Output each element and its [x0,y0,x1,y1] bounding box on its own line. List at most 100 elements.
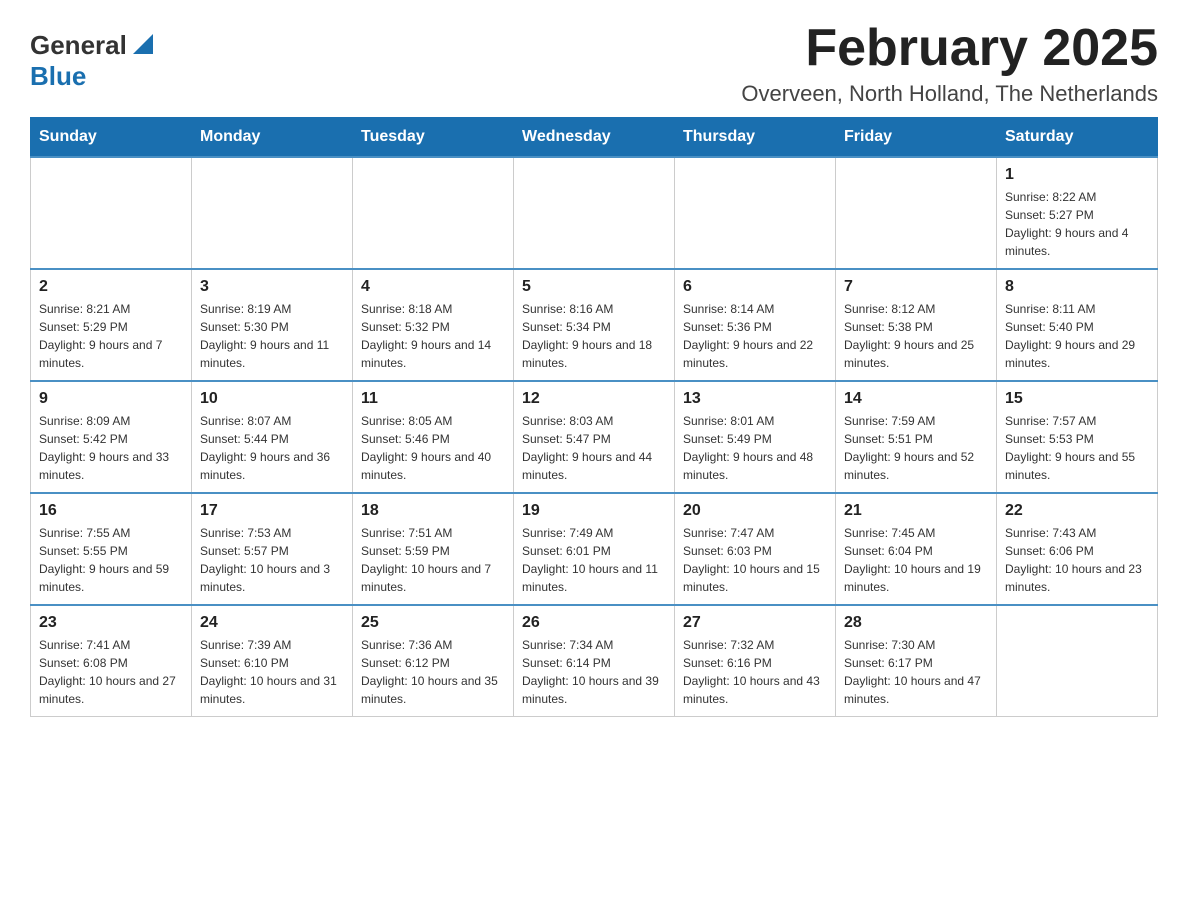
day-info: Sunrise: 7:41 AMSunset: 6:08 PMDaylight:… [39,636,183,708]
week-row-3: 9Sunrise: 8:09 AMSunset: 5:42 PMDaylight… [31,381,1158,493]
calendar-cell: 20 Sunrise: 7:47 AMSunset: 6:03 PMDayligh… [675,493,836,605]
calendar-cell: 17 Sunrise: 7:53 AMSunset: 5:57 PMDayligh… [192,493,353,605]
calendar-cell: 14 Sunrise: 7:59 AMSunset: 5:51 PMDayligh… [836,381,997,493]
calendar-cell: 23 Sunrise: 7:41 AMSunset: 6:08 PMDayligh… [31,605,192,717]
day-number: 2 [39,278,183,296]
calendar-cell: 26 Sunrise: 7:34 AMSunset: 6:14 PMDayligh… [514,605,675,717]
day-number: 6 [683,278,827,296]
calendar-cell: 2 Sunrise: 8:21 AMSunset: 5:29 PMDaylight… [31,269,192,381]
day-info: Sunrise: 8:14 AMSunset: 5:36 PMDaylight:… [683,300,827,372]
logo-blue-text: Blue [30,61,86,92]
day-number: 14 [844,390,988,408]
week-row-5: 23 Sunrise: 7:41 AMSunset: 6:08 PMDayligh… [31,605,1158,717]
day-info: Sunrise: 8:12 AMSunset: 5:38 PMDaylight:… [844,300,988,372]
col-sunday: Sunday [31,118,192,158]
day-number: 18 [361,502,505,520]
day-number: 5 [522,278,666,296]
col-thursday: Thursday [675,118,836,158]
week-row-4: 16 Sunrise: 7:55 AMSunset: 5:55 PMDayligh… [31,493,1158,605]
day-number: 7 [844,278,988,296]
day-number: 3 [200,278,344,296]
calendar-cell [997,605,1158,717]
logo-triangle-icon [129,30,157,58]
day-info: Sunrise: 8:09 AMSunset: 5:42 PMDaylight:… [39,412,183,484]
calendar-cell: 13 Sunrise: 8:01 AMSunset: 5:49 PMDayligh… [675,381,836,493]
week-row-2: 2 Sunrise: 8:21 AMSunset: 5:29 PMDaylight… [31,269,1158,381]
col-saturday: Saturday [997,118,1158,158]
calendar-cell: 27Sunrise: 7:32 AMSunset: 6:16 PMDayligh… [675,605,836,717]
col-monday: Monday [192,118,353,158]
title-block: February 2025 Overveen, North Holland, T… [741,20,1158,107]
day-number: 22 [1005,502,1149,520]
calendar-cell [836,157,997,269]
day-number: 16 [39,502,183,520]
day-info: Sunrise: 7:55 AMSunset: 5:55 PMDaylight:… [39,524,183,596]
header-row: Sunday Monday Tuesday Wednesday Thursday… [31,118,1158,158]
calendar-cell: 9Sunrise: 8:09 AMSunset: 5:42 PMDaylight… [31,381,192,493]
logo: General Blue [30,30,157,92]
calendar-cell: 12 Sunrise: 8:03 AMSunset: 5:47 PMDayligh… [514,381,675,493]
day-info: Sunrise: 8:22 AMSunset: 5:27 PMDaylight:… [1005,188,1149,260]
day-info: Sunrise: 7:59 AMSunset: 5:51 PMDaylight:… [844,412,988,484]
day-info: Sunrise: 7:47 AMSunset: 6:03 PMDaylight:… [683,524,827,596]
day-number: 28 [844,614,988,632]
day-info: Sunrise: 7:45 AMSunset: 6:04 PMDaylight:… [844,524,988,596]
day-info: Sunrise: 8:18 AMSunset: 5:32 PMDaylight:… [361,300,505,372]
calendar-cell: 6 Sunrise: 8:14 AMSunset: 5:36 PMDaylight… [675,269,836,381]
calendar-cell: 8Sunrise: 8:11 AMSunset: 5:40 PMDaylight… [997,269,1158,381]
day-info: Sunrise: 7:51 AMSunset: 5:59 PMDaylight:… [361,524,505,596]
calendar-cell: 21 Sunrise: 7:45 AMSunset: 6:04 PMDayligh… [836,493,997,605]
day-number: 17 [200,502,344,520]
calendar-cell [675,157,836,269]
calendar-cell: 3 Sunrise: 8:19 AMSunset: 5:30 PMDaylight… [192,269,353,381]
calendar-cell [514,157,675,269]
col-tuesday: Tuesday [353,118,514,158]
day-info: Sunrise: 7:34 AMSunset: 6:14 PMDaylight:… [522,636,666,708]
day-info: Sunrise: 8:01 AMSunset: 5:49 PMDaylight:… [683,412,827,484]
page-subtitle: Overveen, North Holland, The Netherlands [741,81,1158,107]
day-info: Sunrise: 8:19 AMSunset: 5:30 PMDaylight:… [200,300,344,372]
day-number: 10 [200,390,344,408]
calendar-cell: 18 Sunrise: 7:51 AMSunset: 5:59 PMDayligh… [353,493,514,605]
col-friday: Friday [836,118,997,158]
day-number: 1 [1005,166,1149,184]
day-info: Sunrise: 8:05 AMSunset: 5:46 PMDaylight:… [361,412,505,484]
calendar-cell: 24 Sunrise: 7:39 AMSunset: 6:10 PMDayligh… [192,605,353,717]
day-info: Sunrise: 7:53 AMSunset: 5:57 PMDaylight:… [200,524,344,596]
day-number: 4 [361,278,505,296]
day-number: 23 [39,614,183,632]
calendar-cell: 7 Sunrise: 8:12 AMSunset: 5:38 PMDaylight… [836,269,997,381]
day-number: 25 [361,614,505,632]
day-number: 13 [683,390,827,408]
calendar-cell [192,157,353,269]
calendar-header: Sunday Monday Tuesday Wednesday Thursday… [31,118,1158,158]
day-number: 8 [1005,278,1149,296]
day-number: 15 [1005,390,1149,408]
day-info: Sunrise: 7:32 AMSunset: 6:16 PMDaylight:… [683,636,827,708]
day-info: Sunrise: 7:43 AMSunset: 6:06 PMDaylight:… [1005,524,1149,596]
calendar-cell: 19 Sunrise: 7:49 AMSunset: 6:01 PMDayligh… [514,493,675,605]
day-number: 21 [844,502,988,520]
calendar-cell: 25Sunrise: 7:36 AMSunset: 6:12 PMDayligh… [353,605,514,717]
day-info: Sunrise: 8:03 AMSunset: 5:47 PMDaylight:… [522,412,666,484]
day-info: Sunrise: 7:57 AMSunset: 5:53 PMDaylight:… [1005,412,1149,484]
col-wednesday: Wednesday [514,118,675,158]
day-number: 19 [522,502,666,520]
calendar-cell: 11Sunrise: 8:05 AMSunset: 5:46 PMDayligh… [353,381,514,493]
day-number: 24 [200,614,344,632]
day-info: Sunrise: 8:16 AMSunset: 5:34 PMDaylight:… [522,300,666,372]
calendar-cell [31,157,192,269]
calendar-cell: 5 Sunrise: 8:16 AMSunset: 5:34 PMDaylight… [514,269,675,381]
calendar-cell: 22 Sunrise: 7:43 AMSunset: 6:06 PMDayligh… [997,493,1158,605]
day-info: Sunrise: 7:39 AMSunset: 6:10 PMDaylight:… [200,636,344,708]
logo-general-text: General [30,30,127,61]
day-info: Sunrise: 7:49 AMSunset: 6:01 PMDaylight:… [522,524,666,596]
day-info: Sunrise: 8:21 AMSunset: 5:29 PMDaylight:… [39,300,183,372]
calendar-cell: 1 Sunrise: 8:22 AMSunset: 5:27 PMDaylight… [997,157,1158,269]
day-number: 12 [522,390,666,408]
calendar-body: 1 Sunrise: 8:22 AMSunset: 5:27 PMDaylight… [31,157,1158,717]
day-number: 26 [522,614,666,632]
day-number: 20 [683,502,827,520]
week-row-1: 1 Sunrise: 8:22 AMSunset: 5:27 PMDaylight… [31,157,1158,269]
calendar-cell: 28Sunrise: 7:30 AMSunset: 6:17 PMDayligh… [836,605,997,717]
